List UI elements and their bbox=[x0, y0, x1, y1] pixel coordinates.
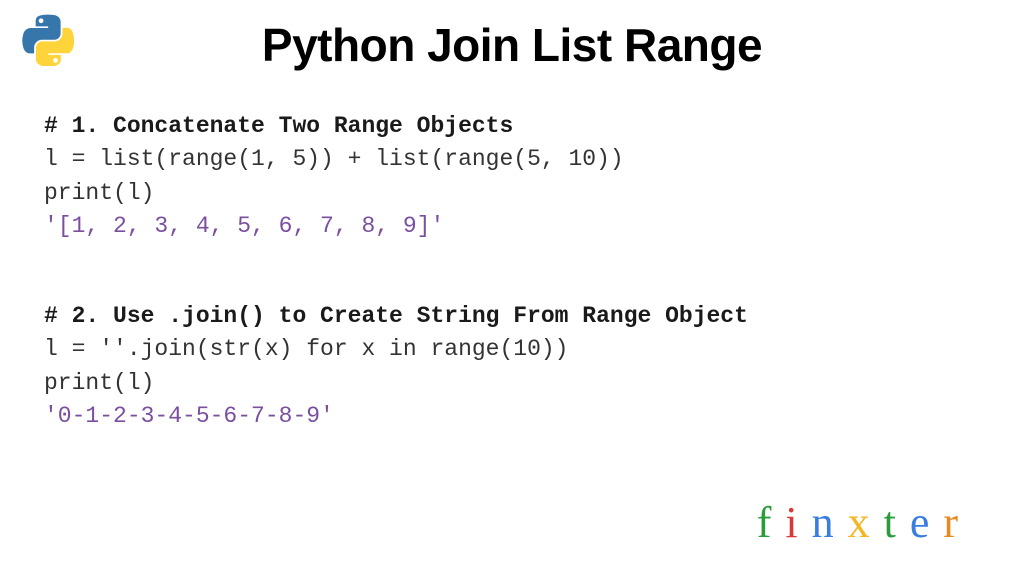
code-block-1: # 1. Concatenate Two Range Objects l = l… bbox=[44, 110, 624, 243]
brand-letter-i: i bbox=[785, 497, 811, 548]
brand-letter-n: n bbox=[812, 497, 848, 548]
finxter-brand-logo: finxter bbox=[757, 497, 972, 548]
python-logo-icon bbox=[22, 14, 74, 66]
code-line-2b: print(l) bbox=[44, 367, 748, 400]
brand-letter-e: e bbox=[910, 497, 944, 548]
brand-letter-x: x bbox=[848, 497, 884, 548]
brand-letter-t: t bbox=[884, 497, 910, 548]
code-line-2a: l = ''.join(str(x) for x in range(10)) bbox=[44, 333, 748, 366]
code-line-1b: print(l) bbox=[44, 177, 624, 210]
code-comment-2: # 2. Use .join() to Create String From R… bbox=[44, 300, 748, 333]
code-output-1: '[1, 2, 3, 4, 5, 6, 7, 8, 9]' bbox=[44, 210, 624, 243]
code-output-2: '0-1-2-3-4-5-6-7-8-9' bbox=[44, 400, 748, 433]
code-line-1a: l = list(range(1, 5)) + list(range(5, 10… bbox=[44, 143, 624, 176]
page-title: Python Join List Range bbox=[0, 0, 1024, 72]
code-block-2: # 2. Use .join() to Create String From R… bbox=[44, 300, 748, 433]
code-comment-1: # 1. Concatenate Two Range Objects bbox=[44, 110, 624, 143]
brand-letter-r: r bbox=[943, 497, 972, 548]
brand-letter-f: f bbox=[757, 497, 786, 548]
